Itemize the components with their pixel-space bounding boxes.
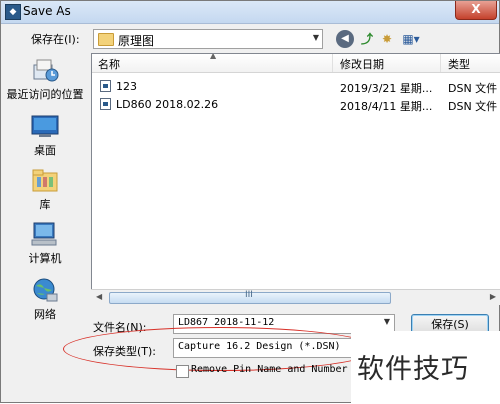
- place-computer[interactable]: 计算机: [5, 221, 85, 266]
- column-name[interactable]: 名称: [98, 56, 120, 72]
- file-date: 2018/4/11 星期...: [340, 100, 433, 113]
- title-bar: ◆ Save As X: [1, 1, 499, 24]
- computer-icon: [31, 221, 59, 247]
- new-folder-icon: ✸: [381, 32, 393, 46]
- place-network[interactable]: 网络: [5, 277, 85, 322]
- place-recent[interactable]: 最近访问的位置: [5, 57, 85, 102]
- filename-value: LD867 2018-11-12: [178, 317, 275, 328]
- up-folder-icon: ⤴: [360, 32, 373, 46]
- horizontal-scrollbar[interactable]: ◀ III ▶: [91, 289, 500, 305]
- chevron-down-icon[interactable]: ▼: [384, 317, 390, 326]
- close-button[interactable]: X: [455, 1, 497, 20]
- back-button[interactable]: ◀: [336, 30, 354, 48]
- column-type[interactable]: 类型: [448, 56, 470, 72]
- desktop-icon: [31, 113, 59, 139]
- save-in-label: 保存在(I):: [31, 33, 80, 46]
- scroll-right-icon[interactable]: ▶: [490, 292, 496, 301]
- chevron-down-icon: ▼: [312, 33, 319, 42]
- save-in-dropdown[interactable]: 原理图 ▼: [93, 29, 323, 49]
- new-folder-button[interactable]: ✸: [378, 30, 396, 48]
- column-date[interactable]: 修改日期: [340, 56, 384, 72]
- dsn-file-icon: [100, 80, 111, 92]
- column-divider[interactable]: [440, 54, 441, 72]
- file-row[interactable]: LD860 2018.02.26 2018/4/11 星期... DSN 文件: [92, 95, 500, 113]
- place-label: 最近访问的位置: [6, 88, 84, 101]
- file-date: 2019/3/21 星期...: [340, 82, 433, 95]
- remove-pin-checkbox[interactable]: [176, 365, 189, 378]
- view-menu-icon: ▦▾: [402, 32, 420, 46]
- sort-ascending-icon: ▲: [210, 53, 217, 60]
- file-name: LD860 2018.02.26: [116, 98, 219, 111]
- save-as-dialog: ◆ Save As X 保存在(I): 原理图 ▼ ◀ ⤴ ✸ ▦▾ 最近访问的…: [0, 0, 500, 404]
- scroll-left-icon[interactable]: ◀: [96, 292, 102, 301]
- filetype-label: 保存类型(T):: [93, 345, 157, 358]
- scrollbar-thumb[interactable]: III: [109, 290, 391, 304]
- filename-label: 文件名(N):: [93, 321, 147, 334]
- file-list[interactable]: ▲ 名称 修改日期 类型 123 2019/3/21 星期... DSN 文件 …: [91, 53, 500, 303]
- window-title: Save As: [23, 4, 71, 18]
- recent-places-icon: [31, 57, 59, 83]
- watermark-text: 软件技巧: [357, 354, 469, 385]
- file-name: 123: [116, 80, 137, 93]
- place-label: 桌面: [34, 144, 56, 157]
- file-type: DSN 文件: [448, 100, 498, 113]
- place-label: 库: [39, 198, 51, 211]
- place-label: 网络: [34, 308, 56, 321]
- network-icon: [31, 277, 59, 303]
- file-row[interactable]: 123 2019/3/21 星期... DSN 文件: [92, 77, 500, 95]
- place-desktop[interactable]: 桌面: [5, 113, 85, 158]
- filetype-value: Capture 16.2 Design (*.DSN): [178, 341, 341, 352]
- back-arrow-icon: ◀: [341, 33, 349, 44]
- places-bar: 最近访问的位置 桌面 库 计算机 网络: [5, 55, 85, 335]
- file-list-header: ▲ 名称 修改日期 类型: [92, 54, 500, 73]
- up-one-level-button[interactable]: ⤴: [358, 30, 376, 48]
- location-text: 原理图: [118, 34, 155, 48]
- scrollbar-grip: III: [245, 290, 253, 300]
- remove-pin-label: Remove Pin Name and Number Mov: [191, 364, 372, 375]
- view-menu-button[interactable]: ▦▾: [399, 30, 423, 48]
- folder-icon: [98, 33, 114, 46]
- place-libraries[interactable]: 库: [5, 167, 85, 212]
- column-divider[interactable]: [332, 54, 333, 72]
- place-label: 计算机: [28, 252, 62, 265]
- dsn-file-icon: [100, 98, 111, 110]
- libraries-icon: [31, 167, 59, 193]
- file-type: DSN 文件: [448, 82, 498, 95]
- app-icon: ◆: [5, 4, 21, 20]
